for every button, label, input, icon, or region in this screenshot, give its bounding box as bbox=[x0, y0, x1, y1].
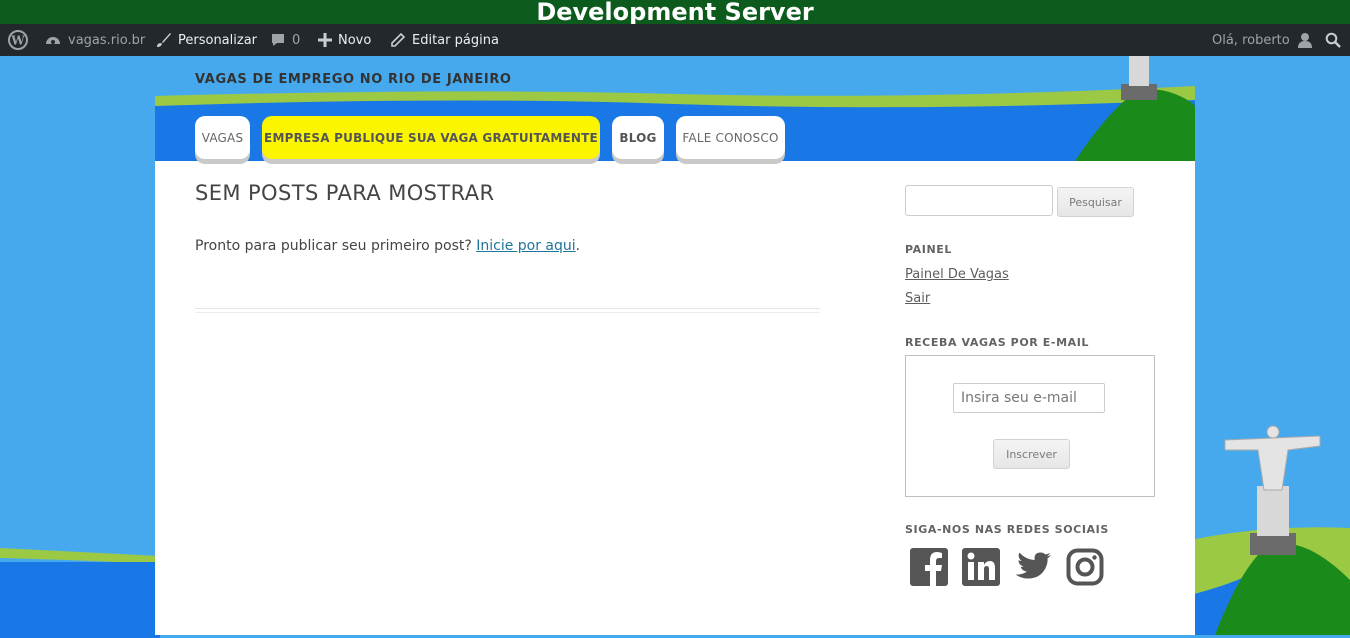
customize-label: Personalizar bbox=[178, 32, 258, 48]
edit-page-label: Editar página bbox=[412, 32, 499, 48]
linkedin-icon[interactable] bbox=[962, 548, 1000, 586]
nav-item-publish-job[interactable]: EMPRESA PUBLIQUE SUA VAGA GRATUITAMENTE bbox=[262, 116, 600, 159]
comments-link[interactable]: 0 bbox=[270, 24, 300, 56]
plus-icon bbox=[318, 33, 332, 47]
site-name-label: vagas.rio.br bbox=[68, 32, 146, 48]
wordpress-logo-button[interactable]: W bbox=[8, 24, 28, 56]
empty-message-period: . bbox=[575, 238, 581, 254]
subscribe-button[interactable]: Inscrever bbox=[993, 439, 1070, 469]
panel-link-job-dashboard[interactable]: Painel De Vagas bbox=[905, 267, 1009, 282]
page-title: SEM POSTS PARA MOSTRAR bbox=[195, 181, 495, 205]
nav-item-vagas[interactable]: VAGAS bbox=[195, 116, 250, 159]
site-tagline: VAGAS DE EMPREGO NO RIO DE JANEIRO bbox=[195, 72, 512, 87]
empty-message: Pronto para publicar seu primeiro post? … bbox=[195, 238, 820, 254]
subscribe-form: Insira seu e-mail Inscrever bbox=[905, 355, 1155, 497]
search-icon bbox=[1325, 32, 1341, 48]
dashboard-icon bbox=[46, 37, 60, 44]
christ-the-redeemer-background bbox=[1190, 425, 1350, 635]
admin-search-button[interactable] bbox=[1325, 24, 1341, 56]
nav-item-contact[interactable]: FALE CONOSCO bbox=[676, 116, 785, 159]
background-wave-left bbox=[0, 548, 160, 638]
email-field[interactable]: Insira seu e-mail bbox=[953, 383, 1105, 413]
edit-page-link[interactable]: Editar página bbox=[390, 24, 499, 56]
wordpress-icon: W bbox=[8, 30, 28, 50]
search-input[interactable] bbox=[905, 185, 1053, 216]
new-label: Novo bbox=[338, 32, 372, 48]
main-content: SEM POSTS PARA MOSTRAR Pronto para publi… bbox=[195, 181, 820, 254]
social-links bbox=[910, 548, 1104, 586]
user-account-menu[interactable]: Olá, roberto bbox=[1212, 24, 1314, 56]
comment-icon bbox=[272, 34, 284, 46]
wp-admin-bar: W vagas.rio.br Personalizar 0 Novo Edita… bbox=[0, 24, 1350, 56]
nav-item-blog[interactable]: BLOG bbox=[612, 116, 664, 159]
site-name-link[interactable]: vagas.rio.br bbox=[44, 24, 145, 56]
svg-text:W: W bbox=[10, 34, 25, 48]
customize-link[interactable]: Personalizar bbox=[156, 24, 257, 56]
social-widget-title: SIGA-NOS NAS REDES SOCIAIS bbox=[905, 523, 1109, 536]
subscribe-widget-title: RECEBA VAGAS POR E-MAIL bbox=[905, 336, 1090, 349]
panel-widget-title: PAINEL bbox=[905, 243, 952, 256]
instagram-icon[interactable] bbox=[1066, 548, 1104, 586]
user-avatar-icon bbox=[1297, 33, 1312, 48]
empty-message-text: Pronto para publicar seu primeiro post? bbox=[195, 238, 472, 254]
search-button[interactable]: Pesquisar bbox=[1057, 187, 1134, 217]
greeting-label: Olá, roberto bbox=[1212, 32, 1290, 48]
twitter-icon[interactable] bbox=[1014, 548, 1052, 586]
start-here-link[interactable]: Inicie por aqui bbox=[476, 238, 575, 254]
facebook-icon[interactable] bbox=[910, 548, 948, 586]
development-server-banner: Development Server bbox=[0, 0, 1350, 25]
content-divider bbox=[195, 308, 820, 313]
site-container: VAGAS DE EMPREGO NO RIO DE JANEIRO VAGAS… bbox=[155, 56, 1195, 635]
new-content-link[interactable]: Novo bbox=[318, 24, 371, 56]
comments-count: 0 bbox=[292, 32, 301, 48]
pencil-icon bbox=[391, 32, 406, 47]
panel-link-logout[interactable]: Sair bbox=[905, 291, 930, 306]
paintbrush-icon bbox=[157, 33, 171, 47]
